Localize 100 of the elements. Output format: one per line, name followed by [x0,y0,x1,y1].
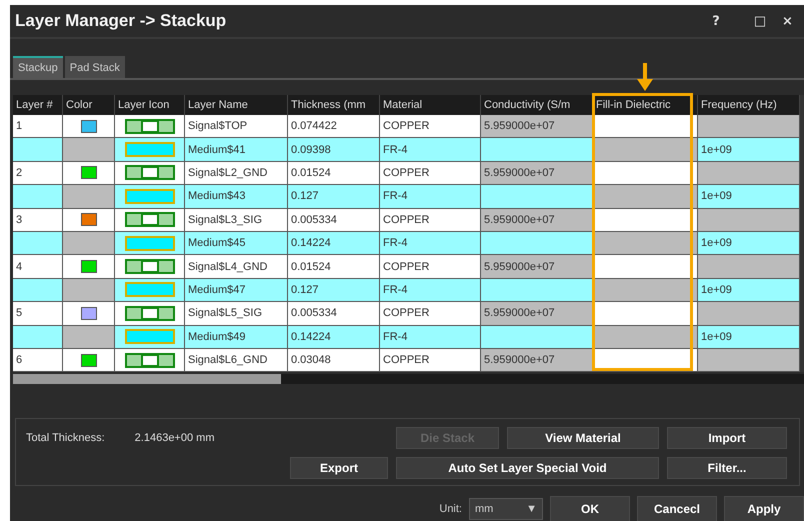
table-cell[interactable]: 0.09398 [288,138,380,162]
tab[interactable]: Stackup [13,56,63,78]
table-cell[interactable]: 0.074422 [288,115,380,138]
column-header[interactable]: Conductivity (S/m [481,95,593,115]
table-cell[interactable] [593,185,698,209]
table-cell[interactable] [698,162,800,186]
table-cell[interactable] [481,138,593,162]
table-cell[interactable] [698,208,800,232]
column-header[interactable]: Fill-in Dielectric [593,95,698,115]
table-cell[interactable]: 5 [13,302,63,326]
table-cell[interactable] [698,348,800,372]
table-cell[interactable]: Medium$41 [185,138,288,162]
table-cell[interactable]: 1e+09 [698,326,800,349]
table-cell[interactable]: 5.959000e+07 [481,115,593,138]
table-cell[interactable]: Signal$L5_SIG [185,302,288,326]
table-cell[interactable] [481,278,593,302]
table-cell[interactable] [593,232,698,256]
dialog-button[interactable]: Cancecl [637,496,717,521]
table-cell[interactable]: 0.01524 [288,162,380,186]
column-header[interactable]: Frequency (Hz) [698,95,800,115]
table-cell[interactable]: FR-4 [380,326,481,349]
table-cell[interactable]: FR-4 [380,138,481,162]
unit-dropdown[interactable]: mm ▼ [469,498,543,520]
table-cell[interactable]: 4 [13,255,63,279]
table-cell[interactable]: FR-4 [380,232,481,256]
table-cell[interactable]: COPPER [380,348,481,372]
table-cell[interactable]: Signal$L3_SIG [185,208,288,232]
table-cell[interactable] [63,302,115,326]
table-cell[interactable]: COPPER [380,302,481,326]
table-cell[interactable]: 5.959000e+07 [481,255,593,279]
scrollbar-thumb[interactable] [13,374,281,384]
table-cell[interactable]: 0.01524 [288,255,380,279]
table-cell[interactable] [698,302,800,326]
color-swatch[interactable] [80,306,96,320]
table-cell[interactable] [593,326,698,349]
table-cell[interactable] [63,185,115,209]
table-cell[interactable] [593,278,698,302]
table-cell[interactable]: Medium$45 [185,232,288,256]
dialog-button[interactable]: Auto Set Layer Special Void [396,457,659,480]
table-cell[interactable] [115,255,185,279]
table-cell[interactable]: Signal$TOP [185,115,288,138]
column-header[interactable]: Color [63,95,115,115]
color-swatch[interactable] [80,213,96,226]
table-cell[interactable] [115,348,185,372]
table-cell[interactable] [115,208,185,232]
table-cell[interactable]: COPPER [380,162,481,186]
table-cell[interactable]: COPPER [380,208,481,232]
maximize-button[interactable]: □ [738,14,782,28]
table-cell[interactable]: 3 [13,208,63,232]
column-header[interactable]: Thickness (mm [288,95,380,115]
color-swatch[interactable] [80,120,96,133]
table-cell[interactable] [593,115,698,138]
table-cell[interactable] [63,208,115,232]
table-cell[interactable] [63,255,115,279]
table-cell[interactable] [481,185,593,209]
dialog-button[interactable]: Apply [724,496,804,521]
table-cell[interactable]: COPPER [380,115,481,138]
table-cell[interactable]: 0.14224 [288,232,380,256]
table-cell[interactable]: 0.127 [288,278,380,302]
table-cell[interactable]: 1 [13,115,63,138]
table-cell[interactable] [698,115,800,138]
table-cell[interactable] [63,278,115,302]
table-cell[interactable]: 1e+09 [698,185,800,209]
table-cell[interactable] [481,326,593,349]
table-cell[interactable] [481,232,593,256]
table-cell[interactable] [593,138,698,162]
table-cell[interactable]: 5.959000e+07 [481,348,593,372]
table-cell[interactable] [593,162,698,186]
table-cell[interactable] [63,232,115,256]
table-cell[interactable] [115,115,185,138]
table-cell[interactable]: FR-4 [380,185,481,209]
table-cell[interactable] [115,138,185,162]
table-cell[interactable] [593,255,698,279]
table-cell[interactable]: Signal$L4_GND [185,255,288,279]
table-cell[interactable]: 0.03048 [288,348,380,372]
table-cell[interactable]: 1e+09 [698,232,800,256]
table-cell[interactable]: Medium$49 [185,326,288,349]
table-cell[interactable] [13,185,63,209]
dialog-button[interactable]: Export [290,457,388,480]
close-button[interactable]: × [782,14,804,28]
table-cell[interactable] [13,138,63,162]
table-cell[interactable] [63,162,115,186]
table-cell[interactable] [13,232,63,256]
table-cell[interactable] [115,232,185,256]
color-swatch[interactable] [80,260,96,274]
table-cell[interactable] [115,185,185,209]
table-cell[interactable] [63,326,115,349]
color-swatch[interactable] [80,354,96,367]
table-cell[interactable]: 1e+09 [698,278,800,302]
table-cell[interactable]: 0.005334 [288,302,380,326]
table-cell[interactable]: FR-4 [380,278,481,302]
table-cell[interactable]: 5.959000e+07 [481,302,593,326]
table-cell[interactable] [115,302,185,326]
column-header[interactable]: Layer Icon [115,95,185,115]
table-cell[interactable]: 5.959000e+07 [481,162,593,186]
table-cell[interactable]: 2 [13,162,63,186]
dialog-button[interactable]: Import [667,427,787,450]
table-cell[interactable]: 6 [13,348,63,372]
dialog-button[interactable]: OK [550,496,630,521]
table-cell[interactable] [13,278,63,302]
